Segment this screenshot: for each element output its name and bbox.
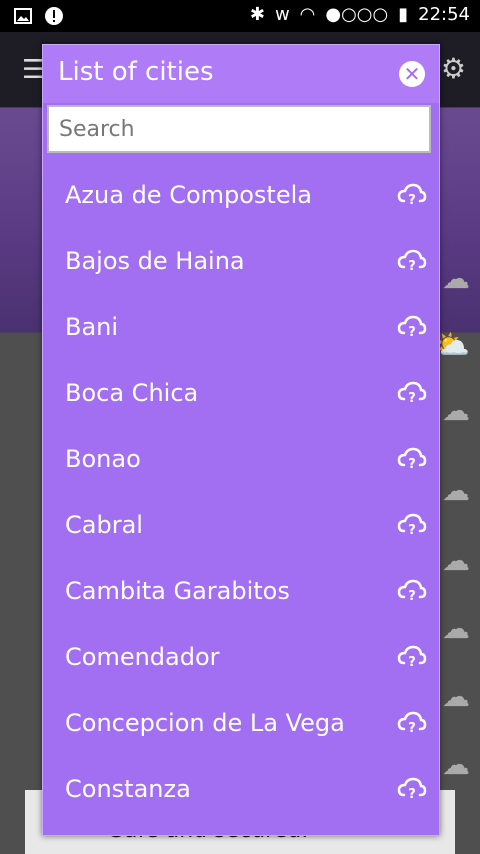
rain-cloud-icon: ☁ [442,262,470,295]
bluetooth-icon: ✱ [249,4,265,25]
cloud-question-icon[interactable]: ? [397,315,427,339]
alert-icon [45,7,63,25]
partly-cloudy-icon: ⛅ [435,328,470,361]
image-icon [14,8,32,24]
cloud-icon: ☁ [442,544,470,577]
clock: 22:54 [418,4,470,25]
city-name: Concepcion de La Vega [65,709,345,737]
status-bar: ✱ ᴡ ◠ ●○○○ ▮ 22:54 [0,0,480,32]
rain-cloud-icon: ☁ [442,394,470,427]
wifi-icon: ◠ [299,4,316,25]
cloud-question-icon[interactable]: ? [397,183,427,207]
svg-text:?: ? [408,391,416,405]
city-name: Comendador [65,643,220,671]
svg-text:?: ? [408,655,416,669]
list-item[interactable]: Bajos de Haina ? [43,229,439,295]
city-name: Bonao [65,445,141,473]
cloud-icon: ☁ [442,748,470,781]
cloud-question-icon[interactable]: ? [397,513,427,537]
signal-dots-icon: ●○○○ [325,4,389,25]
cloud-icon: ☁ [442,612,470,645]
svg-text:?: ? [408,259,416,273]
list-item[interactable]: Boca Chica ? [43,361,439,427]
city-name: Cabral [65,511,143,539]
cloud-question-icon[interactable]: ? [397,645,427,669]
svg-text:?: ? [408,589,416,603]
cloud-icon: ☁ [442,474,470,507]
svg-text:?: ? [408,523,416,537]
list-item[interactable]: Bani ? [43,295,439,361]
dialog-header: List of cities ✕ [43,45,439,103]
cloud-question-icon[interactable]: ? [397,249,427,273]
svg-text:?: ? [408,193,416,207]
city-name: Cambita Garabitos [65,577,290,605]
battery-icon: ▮ [398,4,409,25]
search-input[interactable] [47,105,431,153]
list-item[interactable]: Azua de Compostela ? [43,163,439,229]
list-item[interactable]: Cabral ? [43,493,439,559]
svg-text:?: ? [408,325,416,339]
city-name: Bani [65,313,119,341]
close-icon: ✕ [403,62,421,86]
city-name: Constanza [65,775,191,803]
svg-text:?: ? [408,721,416,735]
list-item[interactable]: Cambita Garabitos ? [43,559,439,625]
city-list-dialog: List of cities ✕ Azua de Compostela ? Ba… [42,44,440,836]
city-name: Azua de Compostela [65,181,312,209]
signal-icon: ᴡ [274,4,290,25]
list-item[interactable]: Concepcion de La Vega ? [43,691,439,757]
cloud-question-icon[interactable]: ? [397,579,427,603]
dialog-title: List of cities [58,57,214,87]
svg-text:?: ? [408,457,416,471]
city-name: Boca Chica [65,379,199,407]
list-item[interactable]: Constanza ? [43,757,439,823]
close-button[interactable]: ✕ [399,61,425,87]
list-item[interactable]: Comendador ? [43,625,439,691]
list-item[interactable]: Bonao ? [43,427,439,493]
cloud-question-icon[interactable]: ? [397,381,427,405]
city-name: Bajos de Haina [65,247,245,275]
svg-text:?: ? [408,787,416,801]
gear-icon: ⚙ [440,52,466,85]
cloud-question-icon[interactable]: ? [397,447,427,471]
cloud-icon: ☁ [442,680,470,713]
cloud-question-icon[interactable]: ? [397,777,427,801]
cloud-question-icon[interactable]: ? [397,711,427,735]
